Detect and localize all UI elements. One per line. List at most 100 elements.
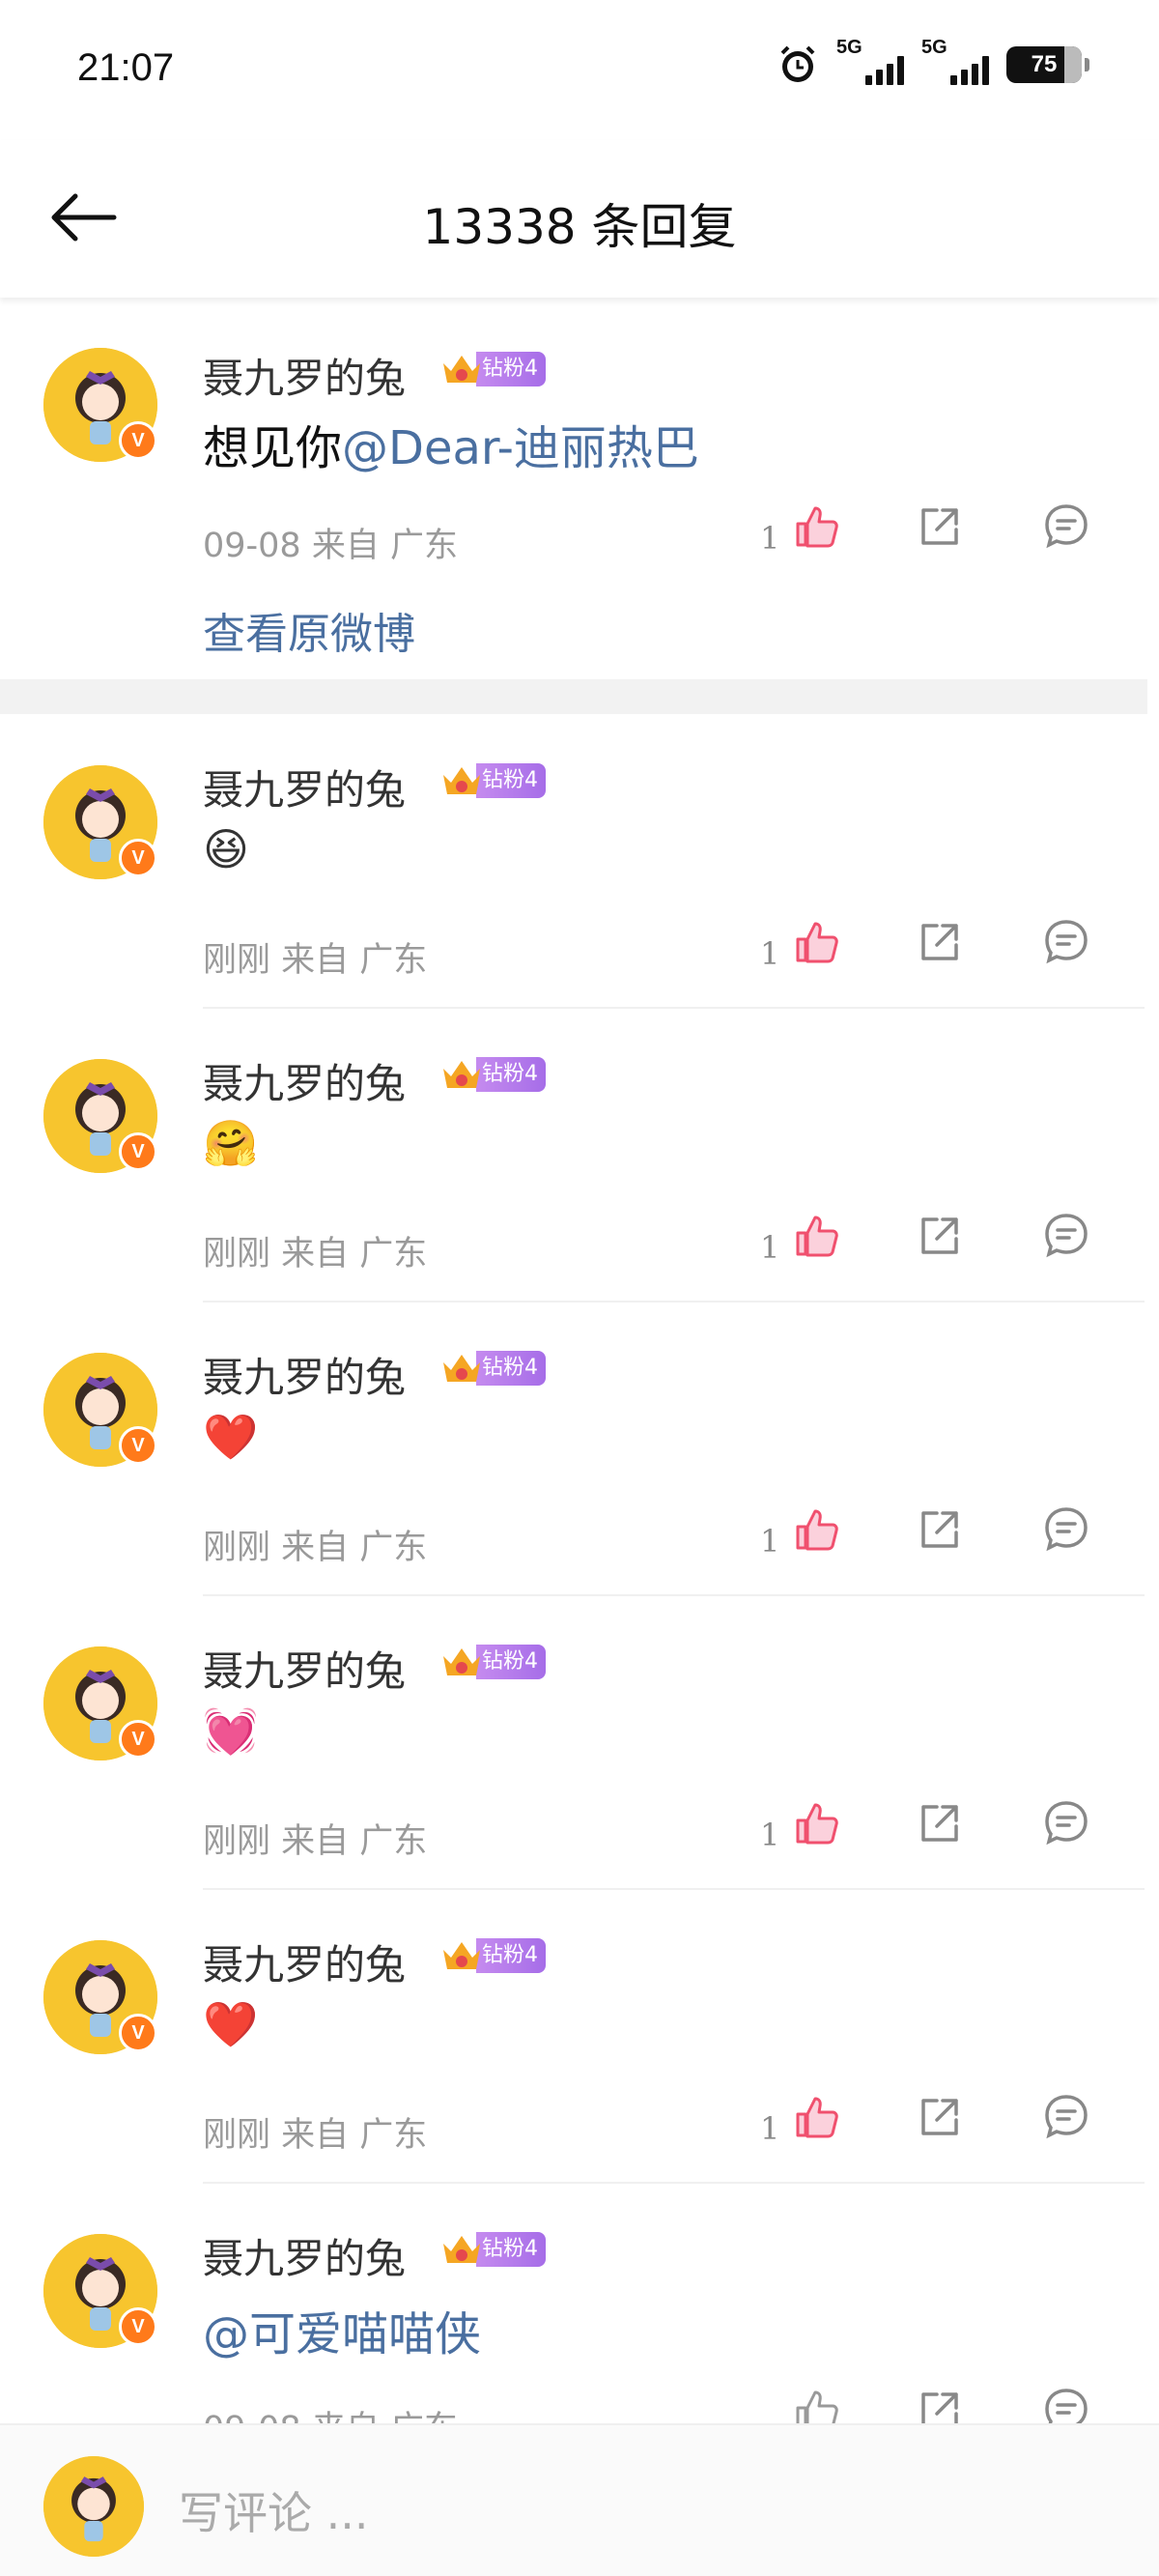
fan-badge: 钻粉4 — [439, 352, 546, 386]
avatar[interactable]: V — [43, 1353, 157, 1467]
status-bar: 21:07 5G 5G 75 — [0, 0, 1159, 140]
emoji-content: 💓 — [203, 1704, 259, 1757]
comment-icon[interactable] — [1043, 1799, 1089, 1846]
reply-item: V 聂九罗的兔 钻粉4 ❤️ 刚刚 来自 广东 1 — [0, 1302, 1159, 1596]
emoji-content: ❤️ — [203, 1411, 259, 1463]
comment-icon[interactable] — [1043, 918, 1089, 964]
like-count: 1 — [760, 1817, 780, 1853]
username[interactable]: 聂九罗的兔 — [203, 1051, 406, 1110]
fan-badge: 钻粉4 — [439, 2232, 546, 2267]
thumbs-up-icon[interactable] — [792, 918, 840, 966]
fan-badge-label: 钻粉4 — [476, 1645, 546, 1679]
action-row: 1 — [0, 918, 1159, 976]
username[interactable]: 聂九罗的兔 — [203, 2226, 406, 2285]
verified-badge: V — [119, 839, 157, 877]
crown-icon — [443, 767, 480, 794]
page-title: 13338 条回复 — [422, 199, 737, 255]
emoji-content: ❤️ — [203, 1998, 259, 2050]
like-count: 1 — [760, 2110, 780, 2147]
username[interactable]: 聂九罗的兔 — [203, 1639, 406, 1698]
action-row: 1 — [0, 502, 1159, 560]
thumbs-up-icon[interactable] — [792, 1799, 840, 1847]
share-icon[interactable] — [918, 504, 962, 549]
original-comment: V 聂九罗的兔 钻粉4 想见你@Dear-迪丽热巴 09-08 来自 广东 1 … — [0, 298, 1159, 679]
action-row: 1 — [0, 1212, 1159, 1270]
like-count: 1 — [760, 1523, 780, 1560]
username[interactable]: 聂九罗的兔 — [203, 758, 406, 816]
clock: 21:07 — [77, 46, 175, 89]
comment-icon[interactable] — [1043, 502, 1089, 549]
avatar[interactable]: V — [43, 348, 157, 462]
share-icon[interactable] — [918, 2095, 962, 2139]
alarm-icon — [780, 45, 815, 82]
fan-badge-label: 钻粉4 — [476, 352, 546, 386]
crown-icon — [443, 2236, 480, 2263]
comment-icon[interactable] — [1043, 1212, 1089, 1258]
compose-input[interactable]: 写评论 ... — [179, 2478, 369, 2542]
header: 13338 条回复 — [0, 140, 1159, 298]
verified-badge: V — [119, 1132, 157, 1171]
section-divider — [0, 679, 1147, 714]
avatar[interactable]: V — [43, 2234, 157, 2348]
fan-badge: 钻粉4 — [439, 1938, 546, 1973]
like-count: 1 — [760, 935, 780, 972]
action-row: 1 — [0, 1505, 1159, 1563]
verified-badge: V — [119, 421, 157, 460]
signal-5g-2: 5G — [921, 37, 989, 87]
comment-body: 想见你 — [203, 421, 343, 475]
action-row: 1 — [0, 2093, 1159, 2151]
thumbs-up-icon[interactable] — [792, 2093, 840, 2141]
avatar[interactable]: V — [43, 1940, 157, 2054]
my-avatar[interactable] — [43, 2456, 144, 2557]
share-icon[interactable] — [918, 1214, 962, 1258]
avatar[interactable]: V — [43, 765, 157, 879]
crown-icon — [443, 1648, 480, 1675]
reply-item: V 聂九罗的兔 钻粉4 💓 刚刚 来自 广东 1 — [0, 1596, 1159, 1890]
comment-icon[interactable] — [1043, 2093, 1089, 2139]
emoji-content: 😆 — [203, 823, 249, 875]
fan-badge: 钻粉4 — [439, 1351, 546, 1386]
reply-item: V 聂九罗的兔 钻粉4 😆 刚刚 来自 广东 1 — [0, 715, 1159, 1009]
compose-bar: 写评论 ... — [0, 2423, 1159, 2576]
share-icon[interactable] — [918, 1801, 962, 1846]
thumbs-up-icon[interactable] — [792, 502, 840, 551]
verified-badge: V — [119, 2014, 157, 2052]
username[interactable]: 聂九罗的兔 — [203, 1345, 406, 1404]
verified-badge: V — [119, 1426, 157, 1465]
fan-badge: 钻粉4 — [439, 1645, 546, 1679]
fan-badge: 钻粉4 — [439, 1057, 546, 1092]
fan-badge: 钻粉4 — [439, 763, 546, 798]
crown-icon — [443, 1355, 480, 1382]
view-original-link[interactable]: 查看原微博 — [203, 599, 415, 661]
mention-link[interactable]: @Dear-迪丽热巴 — [342, 421, 699, 475]
fan-badge-label: 钻粉4 — [476, 1938, 546, 1973]
username[interactable]: 聂九罗的兔 — [203, 1932, 406, 1991]
status-icons: 5G 5G 75 — [777, 37, 1089, 87]
crown-icon — [443, 1061, 480, 1088]
comment-icon[interactable] — [1043, 1505, 1089, 1552]
fan-badge-label: 钻粉4 — [476, 1351, 546, 1386]
reply-item: V 聂九罗的兔 钻粉4 ❤️ 刚刚 来自 广东 1 — [0, 1890, 1159, 2184]
like-count: 1 — [760, 520, 780, 557]
action-row: 1 — [0, 1799, 1159, 1857]
mention-link[interactable]: @可爱喵喵侠 — [203, 2296, 481, 2363]
fan-badge-label: 钻粉4 — [476, 2232, 546, 2267]
emoji-content: 🤗 — [203, 1117, 259, 1169]
crown-icon — [443, 356, 480, 383]
crown-icon — [443, 1942, 480, 1969]
comment-text: 想见你@Dear-迪丽热巴 — [203, 410, 699, 477]
thumbs-up-icon[interactable] — [792, 1505, 840, 1554]
verified-badge: V — [119, 2307, 157, 2346]
reply-item: V 聂九罗的兔 钻粉4 🤗 刚刚 来自 广东 1 — [0, 1009, 1159, 1302]
avatar-image — [43, 2456, 144, 2557]
signal-5g-1: 5G — [836, 37, 904, 87]
share-icon[interactable] — [918, 1507, 962, 1552]
avatar[interactable]: V — [43, 1646, 157, 1760]
avatar[interactable]: V — [43, 1059, 157, 1173]
thumbs-up-icon[interactable] — [792, 1212, 840, 1260]
like-count: 1 — [760, 1229, 780, 1266]
verified-badge: V — [119, 1720, 157, 1759]
fan-badge-label: 钻粉4 — [476, 1057, 546, 1092]
share-icon[interactable] — [918, 920, 962, 964]
username[interactable]: 聂九罗的兔 — [203, 346, 406, 405]
